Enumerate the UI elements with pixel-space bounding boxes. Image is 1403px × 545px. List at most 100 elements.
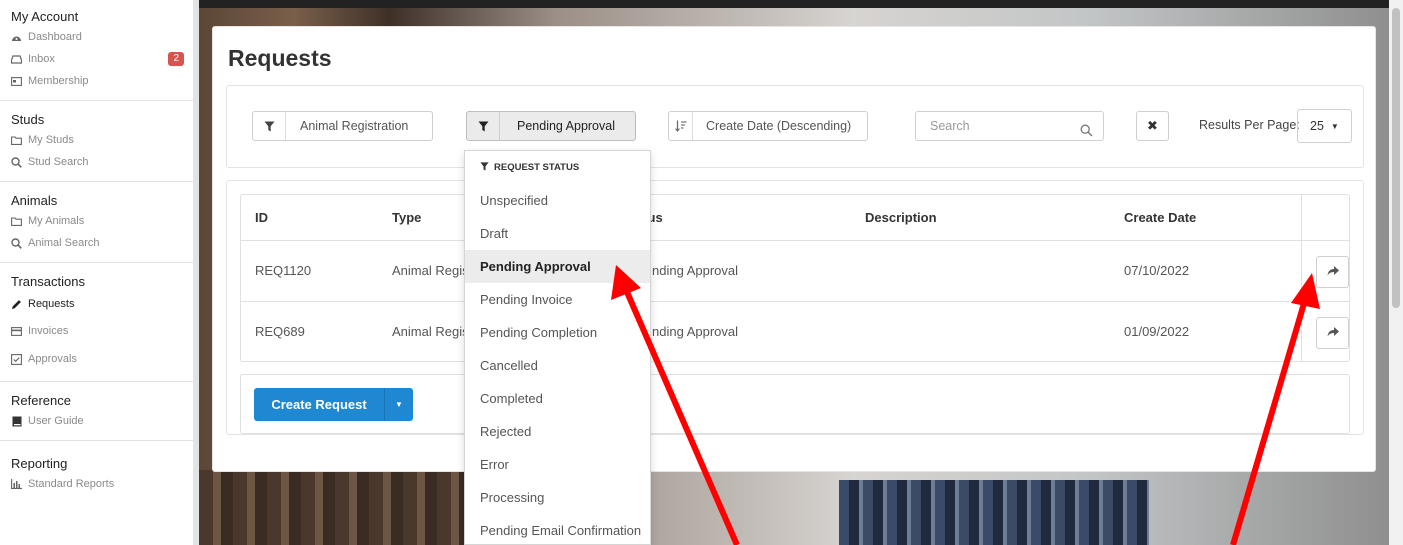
request-type: Animal Regis [392, 263, 469, 278]
status-option-processing[interactable]: Processing [465, 481, 650, 514]
inbox-icon [11, 54, 22, 65]
results-per-page-label: Results Per Page: [1199, 118, 1300, 132]
sidebar-section-animals: Animals My Animals Animal Search [0, 182, 195, 263]
sidebar-item-membership[interactable]: Membership [11, 70, 184, 92]
column-header-type[interactable]: Type [392, 195, 421, 240]
filter-icon [467, 112, 500, 140]
status-option-pending-email-confirmation[interactable]: Pending Email Confirmation [465, 514, 650, 545]
column-header-id[interactable]: ID [255, 195, 268, 240]
sidebar-item-approvals[interactable]: Approvals [11, 345, 184, 373]
search-icon[interactable] [1080, 119, 1093, 147]
sort-descending-icon [669, 112, 693, 140]
column-header-create-date[interactable]: Create Date [1124, 195, 1196, 240]
request-id: REQ1120 [255, 263, 312, 278]
folder-icon [11, 216, 22, 227]
search-input[interactable]: Search [915, 111, 1104, 141]
column-header-description[interactable]: Description [865, 195, 937, 240]
sidebar-section-title: Reporting [11, 456, 68, 471]
dashboard-icon [11, 32, 22, 43]
create-request-dropdown-toggle[interactable]: ▼ [384, 388, 413, 421]
page-title: Requests [228, 45, 332, 71]
sidebar-item-stud-search[interactable]: Stud Search [11, 151, 184, 173]
type-filter-button[interactable]: Animal Registration [252, 111, 433, 141]
clear-filters-button[interactable]: ✖ [1136, 111, 1169, 141]
status-option-rejected[interactable]: Rejected [465, 415, 650, 448]
dropdown-header-label: REQUEST STATUS [494, 162, 580, 173]
sidebar-item-label: Approvals [28, 353, 77, 365]
results-per-page-value: 25 [1310, 119, 1324, 133]
sort-button[interactable]: Create Date (Descending) [668, 111, 868, 141]
page-scrollbar-thumb[interactable] [1392, 8, 1400, 308]
requests-table: ID Type Status Description Create Date R… [240, 194, 1350, 362]
sidebar-item-standard-reports[interactable]: Standard Reports [11, 473, 184, 495]
sidebar-section-title: Studs [11, 112, 45, 127]
folder-icon [11, 135, 22, 146]
book-icon [11, 416, 22, 427]
status-option-pending-completion[interactable]: Pending Completion [465, 316, 650, 349]
status-option-error[interactable]: Error [465, 448, 650, 481]
table-actions: Create Request ▼ [240, 374, 1350, 434]
credit-card-icon [11, 326, 22, 337]
sort-label: Create Date (Descending) [706, 119, 852, 133]
caret-down-icon: ▼ [1330, 121, 1339, 131]
table-row[interactable]: REQ689 Animal Regis nding Approval 01/09… [241, 301, 1349, 361]
sidebar-item-label: My Studs [28, 134, 74, 146]
request-id: REQ689 [255, 324, 305, 339]
background-tree-trunk [199, 470, 469, 545]
sidebar-item-invoices[interactable]: Invoices [11, 317, 184, 345]
sidebar-item-label: Dashboard [28, 31, 82, 43]
type-filter-label: Animal Registration [300, 119, 409, 133]
inbox-count-badge: 2 [168, 52, 184, 66]
results-per-page-select[interactable]: 25 ▼ [1297, 109, 1352, 143]
search-placeholder: Search [930, 119, 970, 133]
pencil-icon [11, 299, 22, 310]
sidebar-item-inbox[interactable]: Inbox 2 [11, 48, 184, 70]
status-option-unspecified[interactable]: Unspecified [465, 184, 650, 217]
table-row[interactable]: REQ1120 Animal Regis nding Approval 07/1… [241, 240, 1349, 301]
sidebar-item-animal-search[interactable]: Animal Search [11, 232, 184, 254]
filter-icon [480, 161, 489, 174]
request-create-date: 01/09/2022 [1124, 324, 1190, 339]
status-option-pending-approval[interactable]: Pending Approval [465, 250, 650, 283]
sidebar-item-requests[interactable]: Requests [11, 291, 184, 317]
status-option-pending-invoice[interactable]: Pending Invoice [465, 283, 650, 316]
requests-panel: Requests Animal Registration Pending App… [212, 26, 1376, 472]
open-request-button[interactable] [1316, 317, 1349, 349]
dropdown-header: REQUEST STATUS [465, 151, 650, 184]
search-icon [11, 237, 22, 249]
background-person-shirt [839, 480, 1149, 545]
filter-bar: Animal Registration Pending Approval Cre… [226, 85, 1364, 168]
caret-down-icon: ▼ [395, 400, 403, 409]
sidebar-section-reference: Reference User Guide [0, 382, 195, 441]
status-filter-dropdown: REQUEST STATUS Unspecified Draft Pending… [464, 150, 651, 545]
sidebar-section-title: Reference [11, 393, 71, 408]
sidebar-section-my-account: My Account Dashboard Inbox 2 Membership [0, 0, 195, 101]
sidebar-item-label: Standard Reports [28, 478, 115, 490]
request-status: nding Approval [652, 324, 739, 339]
sidebar-item-user-guide[interactable]: User Guide [11, 410, 184, 432]
status-option-completed[interactable]: Completed [465, 382, 650, 415]
status-filter-label: Pending Approval [517, 119, 615, 133]
sidebar-item-my-studs[interactable]: My Studs [11, 129, 184, 151]
sidebar-item-dashboard[interactable]: Dashboard [11, 26, 184, 48]
request-type: Animal Regis [392, 324, 469, 339]
id-card-icon [11, 76, 22, 87]
create-request-button[interactable]: Create Request ▼ [254, 388, 413, 421]
open-request-button[interactable] [1316, 256, 1349, 288]
request-create-date: 07/10/2022 [1124, 263, 1190, 278]
status-option-cancelled[interactable]: Cancelled [465, 349, 650, 382]
sidebar-section-reporting: Reporting Standard Reports [0, 441, 195, 503]
sidebar-item-label: Requests [28, 298, 75, 310]
status-filter-button[interactable]: Pending Approval [466, 111, 636, 141]
close-icon: ✖ [1147, 118, 1158, 133]
search-icon [11, 156, 22, 168]
sidebar-item-my-animals[interactable]: My Animals [11, 210, 184, 232]
sidebar-item-label: My Animals [28, 215, 85, 227]
page-scrollbar[interactable] [1389, 0, 1403, 545]
sidebar-item-label: User Guide [28, 415, 84, 427]
sidebar-section-studs: Studs My Studs Stud Search [0, 101, 195, 182]
bar-chart-icon [11, 479, 22, 490]
request-status: nding Approval [652, 263, 739, 278]
status-option-draft[interactable]: Draft [465, 217, 650, 250]
sidebar-item-label: Invoices [28, 325, 69, 337]
